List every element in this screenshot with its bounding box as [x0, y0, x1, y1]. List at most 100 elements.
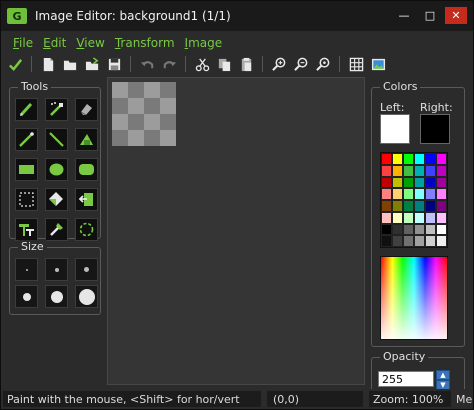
palette-swatch[interactable] [392, 223, 403, 236]
eraser-icon[interactable] [75, 98, 98, 121]
brush-size-5-button[interactable] [45, 285, 68, 308]
palette-swatch[interactable] [381, 164, 392, 177]
palette-swatch[interactable] [425, 164, 436, 177]
palette-swatch[interactable] [403, 188, 414, 200]
brush-size-4-button[interactable] [15, 285, 38, 308]
palette-swatch[interactable] [381, 153, 392, 165]
left-color-swatch[interactable] [380, 114, 410, 144]
brush-size-3-button[interactable] [75, 258, 98, 281]
palette-swatch[interactable] [425, 188, 436, 200]
palette-swatch[interactable] [381, 200, 392, 212]
palette-swatch[interactable] [381, 223, 392, 236]
save-icon[interactable] [104, 54, 124, 74]
palette-swatch[interactable] [403, 200, 414, 212]
paste-icon[interactable] [236, 54, 256, 74]
palette-swatch[interactable] [403, 153, 414, 165]
palette-swatch[interactable] [392, 211, 403, 224]
zoom-out-icon[interactable] [291, 54, 311, 74]
palette-swatch[interactable] [436, 176, 447, 189]
right-color-swatch[interactable] [420, 114, 450, 144]
palette-swatch[interactable] [436, 164, 447, 177]
palette-swatch[interactable] [414, 200, 425, 212]
fill-shape-icon[interactable] [75, 128, 98, 151]
canvas-area[interactable] [107, 77, 365, 385]
open-icon[interactable] [60, 54, 80, 74]
palette-swatch[interactable] [414, 235, 425, 247]
palette-swatch[interactable] [425, 200, 436, 212]
cut-icon[interactable] [192, 54, 212, 74]
palette-swatch[interactable] [392, 235, 403, 247]
opacity-input[interactable]: 255 [378, 371, 434, 387]
palette-swatch[interactable] [414, 164, 425, 177]
palette-swatch[interactable] [381, 176, 392, 189]
grid-icon[interactable] [346, 54, 366, 74]
menu-view[interactable]: View [76, 36, 104, 50]
title-bar[interactable]: G Image Editor: background1 (1/1) — □ ✕ [1, 1, 473, 31]
brush-size-1-button[interactable] [15, 258, 38, 281]
palette-swatch[interactable] [414, 211, 425, 224]
palette-swatch[interactable] [392, 153, 403, 165]
rounded-rectangle-icon[interactable] [75, 158, 98, 181]
minimize-button[interactable]: — [393, 7, 415, 24]
palette-swatch[interactable] [425, 153, 436, 165]
menu-file[interactable]: File [13, 36, 33, 50]
palette-swatch[interactable] [425, 223, 436, 236]
rectangle-icon[interactable] [15, 158, 38, 181]
diagonal-line-icon[interactable] [45, 128, 68, 151]
palette-swatch[interactable] [425, 176, 436, 189]
palette-swatch[interactable] [403, 164, 414, 177]
palette-swatch[interactable] [392, 176, 403, 189]
menu-transform[interactable]: Transform [115, 36, 175, 50]
pencil-icon[interactable] [15, 98, 38, 121]
palette-swatch[interactable] [381, 188, 392, 200]
palette-swatch[interactable] [425, 235, 436, 247]
exit-icon[interactable] [75, 188, 98, 211]
close-button[interactable]: ✕ [445, 7, 467, 24]
palette-swatch[interactable] [414, 176, 425, 189]
brush-size-2-button[interactable] [45, 258, 68, 281]
ok-icon[interactable] [5, 54, 25, 74]
image-canvas[interactable] [112, 82, 176, 146]
text-icon[interactable] [15, 218, 38, 241]
palette-swatch[interactable] [414, 153, 425, 165]
palette-swatch[interactable] [392, 188, 403, 200]
menu-edit[interactable]: Edit [43, 36, 66, 50]
eyedropper-icon[interactable] [45, 218, 68, 241]
open-alt-icon[interactable] [82, 54, 102, 74]
palette-swatch[interactable] [436, 153, 447, 165]
menu-image[interactable]: Image [185, 36, 223, 50]
redo-icon[interactable] [159, 54, 179, 74]
fill-bucket-icon[interactable] [45, 188, 68, 211]
zoom-reset-icon[interactable] [313, 54, 333, 74]
palette-swatch[interactable] [392, 200, 403, 212]
ellipse-icon[interactable] [45, 158, 68, 181]
maximize-button[interactable]: □ [419, 7, 441, 24]
copy-icon[interactable] [214, 54, 234, 74]
line-icon[interactable] [15, 128, 38, 151]
color-spectrum[interactable] [380, 256, 448, 340]
new-icon[interactable] [38, 54, 58, 74]
spray-icon[interactable] [45, 98, 68, 121]
palette-swatch[interactable] [436, 188, 447, 200]
palette-swatch[interactable] [436, 223, 447, 236]
palette-swatch[interactable] [403, 235, 414, 247]
palette-swatch[interactable] [392, 164, 403, 177]
brush-size-6-button[interactable] [75, 285, 98, 308]
palette-swatch[interactable] [414, 188, 425, 200]
palette-swatch[interactable] [403, 211, 414, 224]
palette-swatch[interactable] [403, 223, 414, 236]
spin-up-icon[interactable]: ▲ [436, 370, 450, 380]
zoom-in-icon[interactable] [269, 54, 289, 74]
palette-swatch[interactable] [414, 223, 425, 236]
undo-icon[interactable] [137, 54, 157, 74]
palette-swatch[interactable] [425, 211, 436, 224]
palette-swatch[interactable] [436, 200, 447, 212]
select-icon[interactable] [15, 188, 38, 211]
image-icon[interactable] [368, 54, 388, 74]
palette-swatch[interactable] [403, 176, 414, 189]
palette-swatch[interactable] [381, 211, 392, 224]
palette-swatch[interactable] [381, 235, 392, 247]
magic-select-icon[interactable] [75, 218, 98, 241]
palette-swatch[interactable] [436, 211, 447, 224]
palette-swatch[interactable] [436, 235, 447, 247]
